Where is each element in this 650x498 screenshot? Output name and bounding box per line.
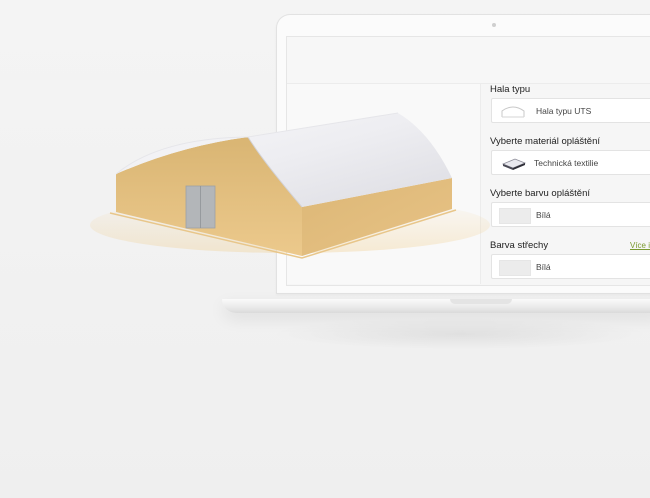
hall-3d-model bbox=[90, 112, 490, 259]
